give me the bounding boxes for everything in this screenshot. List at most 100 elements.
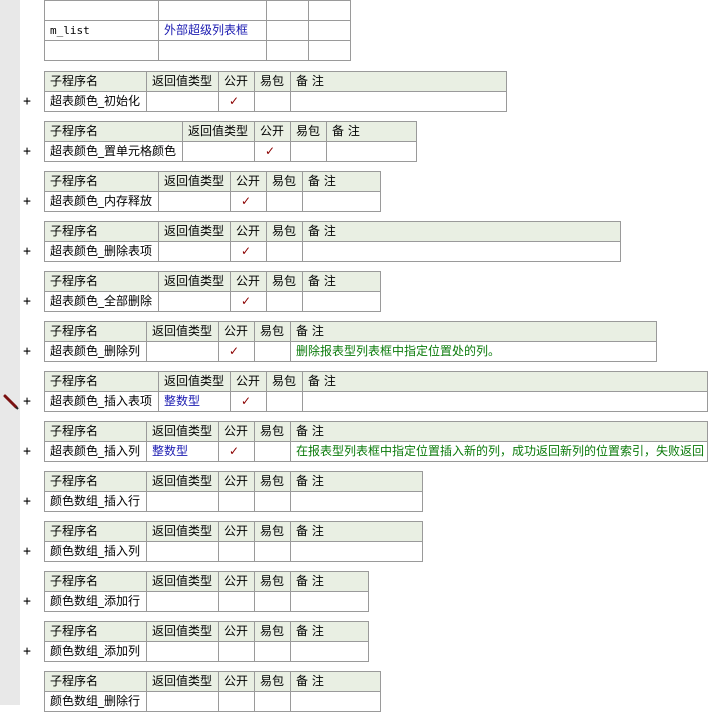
- sub-public-cell[interactable]: ✓: [230, 291, 267, 312]
- sub-note-cell[interactable]: [302, 241, 621, 262]
- sub-return-type-cell[interactable]: [146, 641, 219, 662]
- var-type-cell[interactable]: [158, 0, 267, 21]
- header-return-type: 返回值类型: [146, 71, 219, 92]
- sub-name-cell[interactable]: 超表颜色_置单元格颜色: [44, 141, 183, 162]
- var-cell[interactable]: [308, 20, 351, 41]
- sub-header-row: 子程序名 返回值类型 公开 易包 备 注: [44, 371, 708, 392]
- sub-public-cell[interactable]: ✓: [218, 91, 255, 112]
- sub-name-cell[interactable]: 颜色数组_删除行: [44, 691, 147, 712]
- var-name-cell[interactable]: [44, 40, 159, 61]
- expand-icon[interactable]: +: [20, 544, 34, 559]
- sub-name-cell[interactable]: 颜色数组_插入行: [44, 491, 147, 512]
- var-cell[interactable]: [308, 40, 351, 61]
- sub-easy-pack-cell[interactable]: [266, 391, 303, 412]
- sub-name-cell[interactable]: 颜色数组_添加列: [44, 641, 147, 662]
- sub-name-cell[interactable]: 颜色数组_插入列: [44, 541, 147, 562]
- sub-easy-pack-cell[interactable]: [266, 191, 303, 212]
- expand-icon[interactable]: +: [20, 294, 34, 309]
- sub-return-type-cell[interactable]: [158, 241, 231, 262]
- sub-public-cell[interactable]: ✓: [230, 191, 267, 212]
- sub-easy-pack-cell[interactable]: [254, 491, 291, 512]
- var-type-cell[interactable]: [158, 40, 267, 61]
- sub-public-cell[interactable]: [218, 491, 255, 512]
- sub-public-cell[interactable]: ✓: [254, 141, 291, 162]
- sub-public-cell[interactable]: ✓: [230, 391, 267, 412]
- sub-note-cell[interactable]: [290, 591, 369, 612]
- expand-icon[interactable]: +: [20, 194, 34, 209]
- sub-name-cell[interactable]: 超表颜色_删除列: [44, 341, 147, 362]
- sub-header-row: 子程序名 返回值类型 公开 易包 备 注: [44, 121, 417, 142]
- sub-note-cell[interactable]: 删除报表型列表框中指定位置处的列。: [290, 341, 657, 362]
- header-name: 子程序名: [44, 221, 159, 242]
- sub-easy-pack-cell[interactable]: [254, 441, 291, 462]
- sub-row: 超表颜色_删除列 ✓ 删除报表型列表框中指定位置处的列。: [44, 341, 657, 362]
- sub-note-cell[interactable]: [290, 691, 381, 712]
- sub-table: 子程序名 返回值类型 公开 易包 备 注 超表颜色_删除列 ✓ 删除报表型列表框…: [44, 321, 657, 362]
- sub-easy-pack-cell[interactable]: [254, 91, 291, 112]
- sub-return-type-cell[interactable]: [182, 141, 255, 162]
- sub-public-cell[interactable]: ✓: [218, 341, 255, 362]
- sub-return-type-cell[interactable]: 整数型: [146, 441, 219, 462]
- sub-public-cell[interactable]: [218, 591, 255, 612]
- sub-easy-pack-cell[interactable]: [266, 291, 303, 312]
- header-public: 公开: [218, 71, 255, 92]
- var-cell[interactable]: [266, 0, 309, 21]
- sub-public-cell[interactable]: ✓: [218, 441, 255, 462]
- var-cell[interactable]: [266, 40, 309, 61]
- header-easy-pack: 易包: [266, 221, 303, 242]
- sub-easy-pack-cell[interactable]: [290, 141, 327, 162]
- sub-note-cell[interactable]: [302, 191, 381, 212]
- sub-return-type-cell[interactable]: [146, 91, 219, 112]
- expand-icon[interactable]: +: [20, 144, 34, 159]
- sub-note-cell[interactable]: [290, 641, 369, 662]
- var-name-cell[interactable]: m_list: [44, 20, 159, 41]
- expand-icon[interactable]: +: [20, 494, 34, 509]
- var-cell[interactable]: [266, 20, 309, 41]
- sub-easy-pack-cell[interactable]: [254, 641, 291, 662]
- sub-name-cell[interactable]: 超表颜色_全部删除: [44, 291, 159, 312]
- sub-easy-pack-cell[interactable]: [254, 691, 291, 712]
- sub-name-cell[interactable]: 超表颜色_内存释放: [44, 191, 159, 212]
- var-name-cell[interactable]: [44, 0, 159, 21]
- expand-icon[interactable]: +: [20, 444, 34, 459]
- sub-name-cell[interactable]: 超表颜色_删除表项: [44, 241, 159, 262]
- expand-icon[interactable]: +: [20, 394, 34, 409]
- sub-public-cell[interactable]: [218, 641, 255, 662]
- sub-public-cell[interactable]: [218, 691, 255, 712]
- sub-easy-pack-cell[interactable]: [254, 341, 291, 362]
- expand-icon[interactable]: +: [20, 344, 34, 359]
- sub-public-cell[interactable]: ✓: [230, 241, 267, 262]
- expand-icon[interactable]: +: [20, 644, 34, 659]
- sub-public-cell[interactable]: [218, 541, 255, 562]
- var-type-cell[interactable]: 外部超级列表框: [158, 20, 267, 41]
- sub-return-type-cell[interactable]: [146, 691, 219, 712]
- sub-easy-pack-cell[interactable]: [254, 541, 291, 562]
- sub-note-cell[interactable]: [302, 391, 708, 412]
- sub-name-cell[interactable]: 颜色数组_添加行: [44, 591, 147, 612]
- sub-return-type-cell[interactable]: [146, 341, 219, 362]
- sub-return-type-cell[interactable]: 整数型: [158, 391, 231, 412]
- sub-note-cell[interactable]: [290, 91, 507, 112]
- sub-name-cell[interactable]: 超表颜色_插入表项: [44, 391, 159, 412]
- sub-return-type-cell[interactable]: [146, 591, 219, 612]
- header-note: 备 注: [326, 121, 417, 142]
- sub-return-type-cell[interactable]: [146, 491, 219, 512]
- header-public: 公开: [218, 671, 255, 692]
- sub-return-type-cell[interactable]: [158, 191, 231, 212]
- sub-return-type-cell[interactable]: [146, 541, 219, 562]
- sub-name-cell[interactable]: 超表颜色_初始化: [44, 91, 147, 112]
- sub-name-cell[interactable]: 超表颜色_插入列: [44, 441, 147, 462]
- sub-note-cell[interactable]: 在报表型列表框中指定位置插入新的列，成功返回新列的位置索引，失败返回: [290, 441, 708, 462]
- sub-note-cell[interactable]: [290, 541, 423, 562]
- sub-note-cell[interactable]: [326, 141, 417, 162]
- sub-note-cell[interactable]: [290, 491, 423, 512]
- sub-return-type-cell[interactable]: [158, 291, 231, 312]
- header-name: 子程序名: [44, 671, 147, 692]
- expand-icon[interactable]: +: [20, 244, 34, 259]
- sub-note-cell[interactable]: [302, 291, 381, 312]
- sub-easy-pack-cell[interactable]: [254, 591, 291, 612]
- expand-icon[interactable]: +: [20, 94, 34, 109]
- var-cell[interactable]: [308, 0, 351, 21]
- sub-easy-pack-cell[interactable]: [266, 241, 303, 262]
- expand-icon[interactable]: +: [20, 594, 34, 609]
